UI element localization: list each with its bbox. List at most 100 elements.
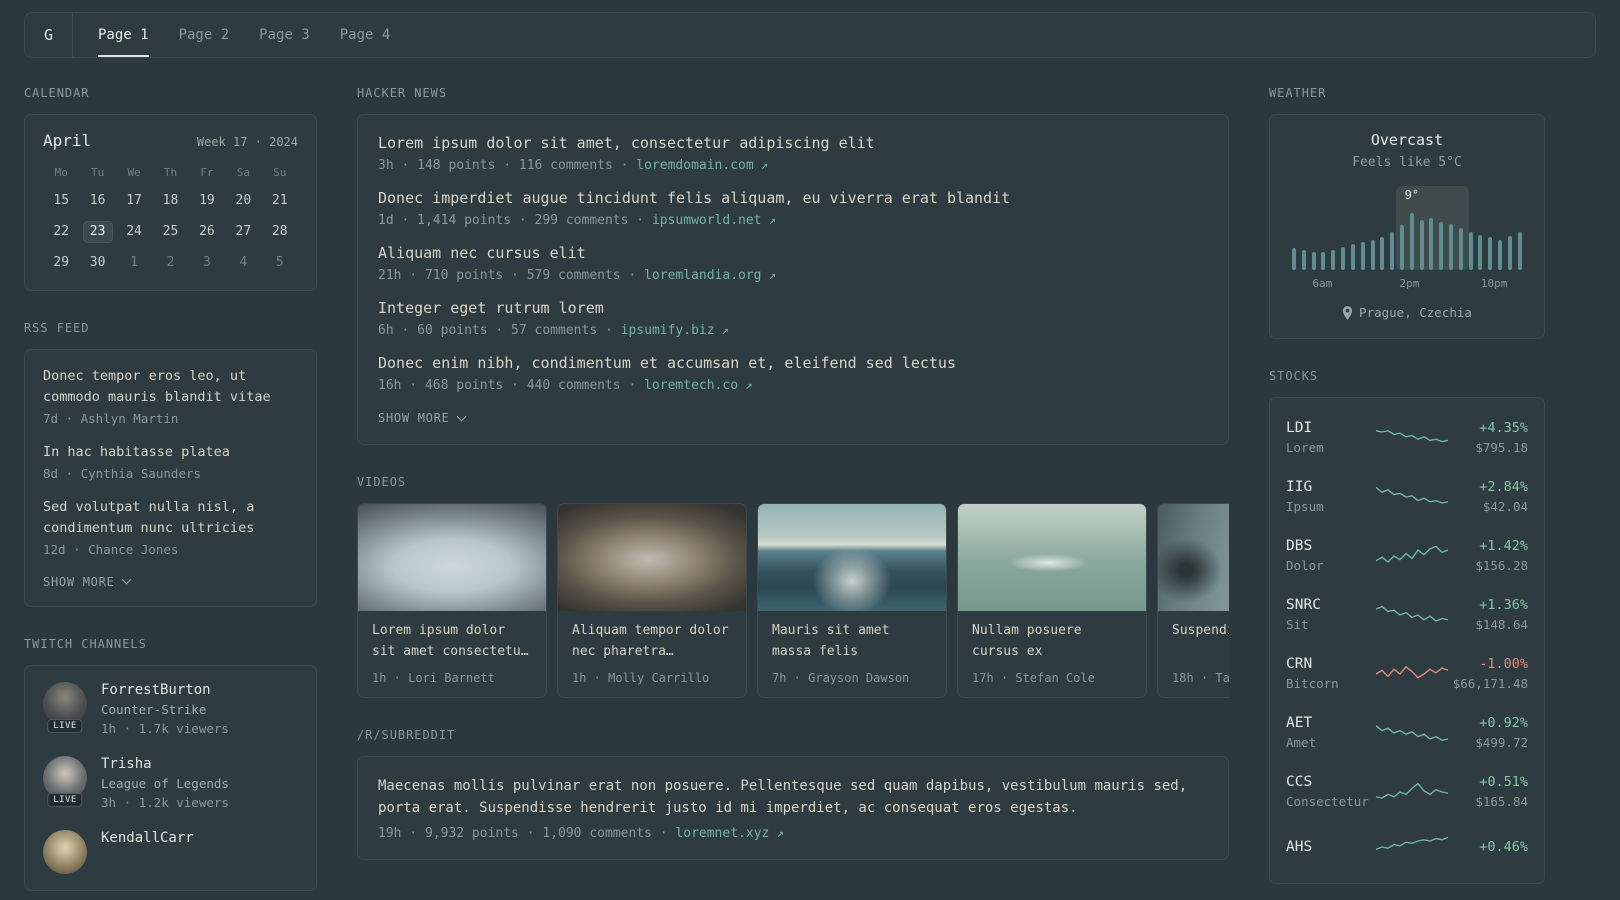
stock-row[interactable]: AET Amet +0.92% $499.72 [1270,703,1544,762]
hackernews-section: HACKER NEWS Lorem ipsum dolor sit amet, … [357,86,1229,445]
twitch-channel-row[interactable]: LIVE ForrestBurton Counter-Strike 1h · 1.7k… [43,681,298,736]
rss-item-meta: 7d · Ashlyn Martin [43,410,179,426]
weather-bar [1292,248,1296,270]
calendar-day: 28 [271,224,288,239]
calendar-day: 3 [203,255,211,270]
hackernews-item-title[interactable]: Lorem ipsum dolor sit amet, consectetur … [378,133,1208,154]
stock-name: Amet [1286,735,1317,750]
subreddit-post: Maecenas mollis pulvinar erat non posuer… [378,775,1208,841]
video-card[interactable]: Lorem ipsum dolor sit amet consectetu… 1h… [357,503,547,698]
rss-item-title[interactable]: Donec tempor eros leo, ut commodo mauris… [43,366,298,408]
rss-item-title[interactable]: Sed volutpat nulla nisl, a condimentum n… [43,497,298,539]
stock-row[interactable]: CCS Consectetur +0.51% $165.84 [1270,762,1544,821]
calendar-day: 19 [199,193,215,208]
stock-values: +0.92% $499.72 [1475,715,1528,750]
weather-bar [1507,236,1512,270]
weather-time-label: 10pm [1480,277,1508,290]
weather-bar [1439,222,1444,270]
video-card[interactable]: Nullam posuere cursus ex 17h · Stefan Col… [957,503,1147,698]
calendar-day: 16 [89,193,106,208]
item-domain-link[interactable]: loremdomain.com [636,158,753,173]
weather-bar [1498,240,1503,270]
hackernews-show-more-button[interactable]: SHOW MORE [378,411,466,425]
video-card[interactable]: Aliquam tempor dolor nec pharetra… 1h · M… [557,503,747,698]
stock-row[interactable]: CRN Bitcorn -1.00% $66,171.48 [1270,644,1544,703]
weather-bar [1468,232,1473,270]
stock-row[interactable]: IIG Ipsum +2.84% $42.04 [1270,467,1544,526]
tab-page-1[interactable]: Page 1 [83,13,164,57]
subreddit-post-title[interactable]: Maecenas mollis pulvinar erat non posuer… [378,775,1208,820]
chevron-down-icon [121,574,131,585]
stock-name: Lorem [1286,440,1324,455]
subreddit-widget: Maecenas mollis pulvinar erat non posuer… [357,756,1229,860]
item-meta-text: 1d · 1,414 points · 299 comments · [378,213,652,228]
video-card[interactable]: Mauris sit amet massa felis 7h · Grayson … [757,503,947,698]
weather-bar [1449,224,1453,270]
twitch-channel-meta: 3h · 1.2k viewers [101,794,229,810]
avatar [43,829,87,874]
video-card-body: Lorem ipsum dolor sit amet consectetu… 1h… [358,611,546,697]
video-card[interactable]: Suspendisse diam 18h · Tara [1157,503,1229,698]
stock-name: Consectetur [1286,794,1369,809]
item-meta: 3h · 148 points · 116 comments · loremdo… [378,158,1208,173]
item-meta: 21h · 710 points · 579 comments · loreml… [378,268,1208,283]
stock-row[interactable]: LDI Lorem +4.35% $795.18 [1270,408,1544,467]
stock-price: $165.84 [1475,794,1528,809]
stock-symbol: AHS [1286,839,1313,855]
item-domain-link[interactable]: loremtech.co [644,378,738,393]
tab-page-4[interactable]: Page 4 [325,13,406,57]
item-domain-link[interactable]: loremlandia.org [644,268,761,283]
weather-section: WEATHER Overcast Feels like 5°C 9° 6am 2p… [1269,86,1545,339]
calendar-week-label: Week 17 · 2024 [196,135,298,149]
stock-row[interactable]: AHS +0.46% [1270,821,1544,873]
stock-change: +1.42% [1479,538,1528,554]
page-tabs: Page 1 Page 2 Page 3 Page 4 [73,13,415,57]
calendar-day-today: 23 [82,221,113,243]
calendar-day-header: Su [273,166,287,179]
item-meta-text: 6h · 60 points · 57 comments · [378,323,621,338]
calendar-day: 22 [53,224,70,239]
calendar-section-title: CALENDAR [24,86,90,100]
stock-symbol: LDI [1286,420,1313,436]
twitch-channel-name[interactable]: KendallCarr [101,830,194,846]
middle-column: HACKER NEWS Lorem ipsum dolor sit amet, … [357,86,1229,860]
video-meta: 1h · Molly Carrillo [572,671,710,685]
weather-bar [1360,242,1365,270]
weather-bar [1321,252,1326,270]
app-logo[interactable]: G [25,13,73,57]
weather-location: Prague, Czechia [1286,305,1528,320]
twitch-channel-name[interactable]: Trisha [101,756,229,772]
item-domain-link[interactable]: ipsumify.biz [621,323,715,338]
twitch-section-title: TWITCH CHANNELS [24,636,147,651]
weather-bar [1409,213,1414,270]
twitch-channel-row[interactable]: KendallCarr [43,829,298,874]
rss-item-title[interactable]: In hac habitasse platea [43,442,298,463]
video-title: Lorem ipsum dolor sit amet consectetu… [372,623,529,659]
hackernews-item-title[interactable]: Donec enim nibh, condimentum et accumsan… [378,353,1208,374]
hackernews-section-title: HACKER NEWS [357,86,448,100]
stock-name: Ipsum [1286,499,1324,514]
video-thumbnail [358,504,546,611]
stock-row[interactable]: DBS Dolor +1.42% $156.28 [1270,526,1544,585]
hackernews-widget: Lorem ipsum dolor sit amet, consectetur … [357,114,1229,445]
hackernews-item-title[interactable]: Donec imperdiet augue tincidunt felis al… [378,188,1208,209]
videos-section: VIDEOS Lorem ipsum dolor sit amet consec… [357,475,1229,698]
stock-row[interactable]: SNRC Sit +1.36% $148.64 [1270,585,1544,644]
external-link-icon: ↗ [761,268,776,282]
weather-bar [1458,228,1463,270]
twitch-channel-row[interactable]: LIVE Trisha League of Legends 3h · 1.2k vie… [43,755,298,810]
hackernews-item-title[interactable]: Aliquam nec cursus elit [378,243,1208,264]
video-meta: 17h · Stefan Cole [972,671,1095,685]
stock-name: Dolor [1286,558,1324,573]
item-domain-link[interactable]: loremnet.xyz [675,826,769,841]
twitch-channel-name[interactable]: ForrestBurton [101,682,229,698]
stocks-list: LDI Lorem +4.35% $795.18 IIG Ipsum +2.84% $42.0… [1270,408,1544,873]
item-domain-link[interactable]: ipsumworld.net [652,213,762,228]
stock-values: +0.51% $165.84 [1475,774,1528,809]
hackernews-item: Donec enim nibh, condimentum et accumsan… [378,353,1208,393]
rss-show-more-button[interactable]: SHOW MORE [43,574,131,589]
tab-page-3[interactable]: Page 3 [244,13,325,57]
hackernews-item-title[interactable]: Integer eget rutrum lorem [378,298,1208,319]
item-meta: 6h · 60 points · 57 comments · ipsumify.… [378,323,1208,338]
tab-page-2[interactable]: Page 2 [164,13,245,57]
